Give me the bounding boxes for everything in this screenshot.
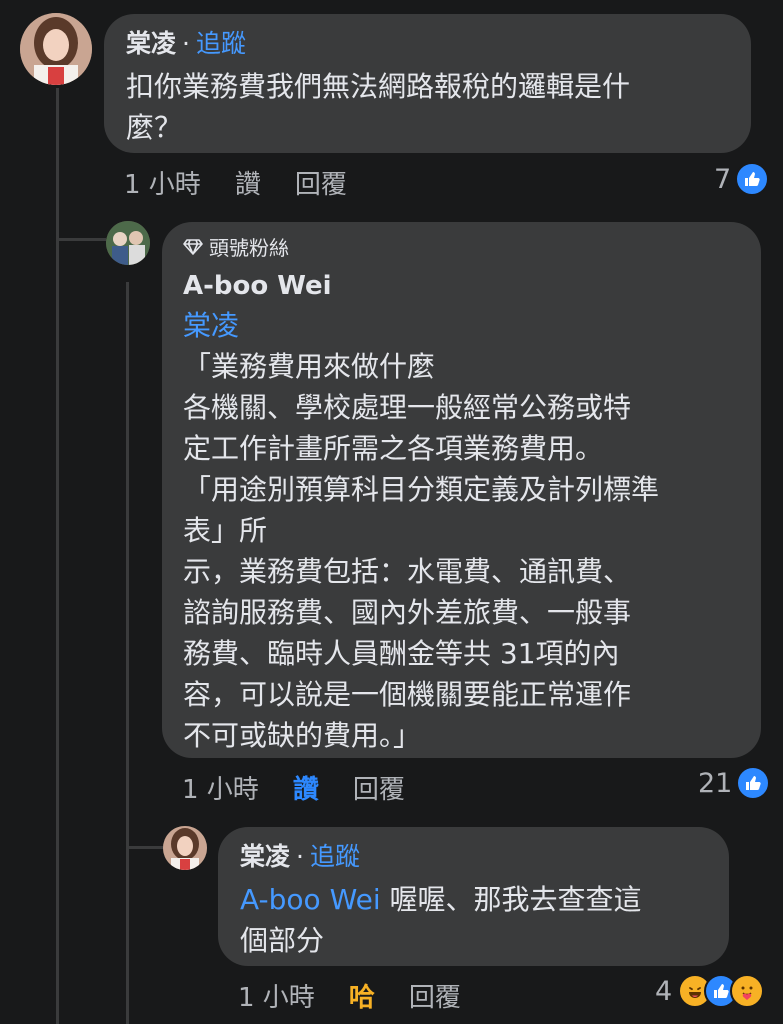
author-name[interactable]: 棠凌 [126, 28, 176, 60]
comment-text-line: 個部分 [240, 924, 325, 957]
thread-line [56, 88, 59, 1024]
mention-link[interactable]: A-boo Wei [240, 883, 381, 916]
thread-line-branch [126, 846, 164, 849]
reply-button[interactable]: 回覆 [295, 164, 347, 201]
comment-actions: 1 小時 讚 回覆 [124, 164, 381, 201]
reply-button[interactable]: 回覆 [353, 769, 405, 806]
care-icon [730, 974, 765, 1008]
comment-bubble: 頭號粉絲 A-boo Wei 棠凌 「業務費用來做什麼 各機關、學校處理一般經常… [162, 222, 761, 758]
comment-actions: 1 小時 讚 回覆 [182, 769, 439, 806]
follow-button[interactable]: 追蹤 [196, 28, 246, 60]
comment-bubble: 棠凌 · 追蹤 A-boo Wei 喔喔、那我去查查這 個部分 [218, 827, 729, 966]
badge-label: 頭號粉絲 [209, 236, 289, 260]
thumbs-up-icon [735, 162, 770, 196]
avatar[interactable] [20, 13, 92, 85]
top-fan-badge: 頭號粉絲 [183, 234, 740, 262]
comment-header: 棠凌 · 追蹤 [126, 28, 729, 60]
timestamp[interactable]: 1 小時 [238, 977, 315, 1014]
haha-reaction-button[interactable]: 哈 [349, 977, 375, 1014]
timestamp[interactable]: 1 小時 [124, 164, 201, 201]
comment-text-line: 喔喔、那我去查查這 [380, 883, 642, 916]
reaction-count: 4 [655, 975, 673, 1007]
comment-text: 扣你業務費我們無法網路報稅的邏輯是什 麼？ [126, 70, 631, 144]
diamond-icon [183, 234, 203, 262]
avatar[interactable] [106, 221, 150, 265]
comment-header: 棠凌 · 追蹤 [240, 841, 707, 873]
timestamp[interactable]: 1 小時 [182, 769, 259, 806]
reaction-count: 7 [714, 163, 732, 195]
mention-link[interactable]: 棠凌 [183, 305, 740, 346]
thumbs-up-icon [736, 766, 771, 800]
avatar[interactable] [163, 826, 207, 870]
follow-button[interactable]: 追蹤 [310, 841, 360, 873]
reaction-count: 21 [698, 767, 733, 799]
thread-line [126, 282, 129, 1024]
like-button[interactable]: 讚 [293, 769, 319, 806]
reaction-summary[interactable]: 7 [714, 162, 770, 196]
comment-thread: 棠凌 · 追蹤 扣你業務費我們無法網路報稅的邏輯是什 麼？ 1 小時 讚 回覆 … [0, 0, 783, 1024]
reaction-summary[interactable]: 4 [655, 974, 765, 1008]
like-button[interactable]: 讚 [235, 164, 261, 201]
separator: · [296, 842, 304, 871]
comment-text: 「業務費用來做什麼 各機關、學校處理一般經常公務或特 定工作計畫所需之各項業務費… [183, 350, 660, 752]
author-name[interactable]: 棠凌 [240, 841, 290, 873]
separator: · [182, 29, 190, 58]
thread-line-branch [56, 238, 106, 241]
reaction-summary[interactable]: 21 [698, 766, 771, 800]
reply-button[interactable]: 回覆 [409, 977, 461, 1014]
author-name[interactable]: A-boo Wei [183, 270, 740, 302]
comment-text: A-boo Wei 喔喔、那我去查查這 個部分 [240, 879, 707, 961]
comment-bubble: 棠凌 · 追蹤 扣你業務費我們無法網路報稅的邏輯是什 麼？ [104, 14, 751, 153]
comment-actions: 1 小時 哈 回覆 [238, 977, 495, 1014]
